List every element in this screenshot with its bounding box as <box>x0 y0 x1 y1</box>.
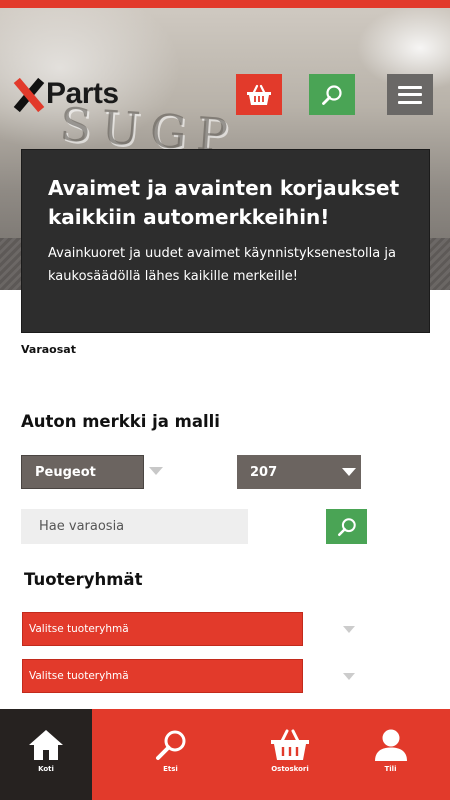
model-select-value: 207 <box>250 464 278 480</box>
menu-button[interactable] <box>387 74 433 115</box>
brand-select[interactable]: Peugeot <box>21 455 144 489</box>
product-group-select-1[interactable]: Valitse tuoteryhmä <box>22 612 303 646</box>
product-group-select-2[interactable]: Valitse tuoteryhmä <box>22 659 303 693</box>
model-select[interactable]: 207 <box>237 455 361 489</box>
chevron-down-icon <box>343 673 355 680</box>
top-accent-bar <box>0 0 450 8</box>
nav-cart[interactable]: Ostoskori <box>249 709 331 800</box>
nav-cart-label: Ostoskori <box>271 765 309 773</box>
product-group-select-2-value: Valitse tuoteryhmä <box>29 670 129 682</box>
logo-x-mark <box>10 77 46 113</box>
breadcrumb[interactable]: Varaosat <box>21 343 76 356</box>
banner-title: Avaimet ja avainten korjaukset kaikkiin … <box>48 176 400 229</box>
brand-select-value: Peugeot <box>35 464 96 480</box>
logo-text: Parts <box>46 77 119 110</box>
banner-text: Avainkuoret ja uudet avaimet käynnistyks… <box>48 246 396 284</box>
search-icon <box>337 517 356 536</box>
header-search-button[interactable] <box>309 74 355 115</box>
chevron-down-icon <box>342 468 356 476</box>
search-icon <box>155 730 185 760</box>
bottom-navigation: Koti Etsi Ostoskori Tili <box>0 709 450 800</box>
chevron-down-icon <box>149 467 163 475</box>
user-icon <box>374 729 407 761</box>
nav-search-label: Etsi <box>163 765 178 773</box>
nav-account[interactable]: Tili <box>331 709 450 800</box>
cart-button[interactable] <box>236 74 282 115</box>
nav-home-label: Koti <box>38 765 54 773</box>
product-groups-title: Tuoteryhmät <box>24 570 143 589</box>
home-icon <box>29 730 63 760</box>
product-group-select-1-value: Valitse tuoteryhmä <box>29 623 129 635</box>
nav-search[interactable]: Etsi <box>92 709 249 800</box>
promo-banner[interactable]: Avaimet ja avainten korjaukset kaikkiin … <box>21 149 430 333</box>
nav-account-label: Tili <box>384 765 397 773</box>
vehicle-section-title: Auton merkki ja malli <box>21 412 220 431</box>
nav-home[interactable]: Koti <box>0 709 92 800</box>
basket-icon <box>271 729 309 760</box>
parts-search-input[interactable] <box>21 509 248 544</box>
hamburger-menu-icon <box>398 85 422 104</box>
site-logo[interactable]: Parts <box>10 77 119 113</box>
chevron-down-icon <box>343 626 355 633</box>
search-icon <box>322 84 342 105</box>
basket-icon <box>247 84 271 105</box>
parts-search-button[interactable] <box>326 509 367 544</box>
